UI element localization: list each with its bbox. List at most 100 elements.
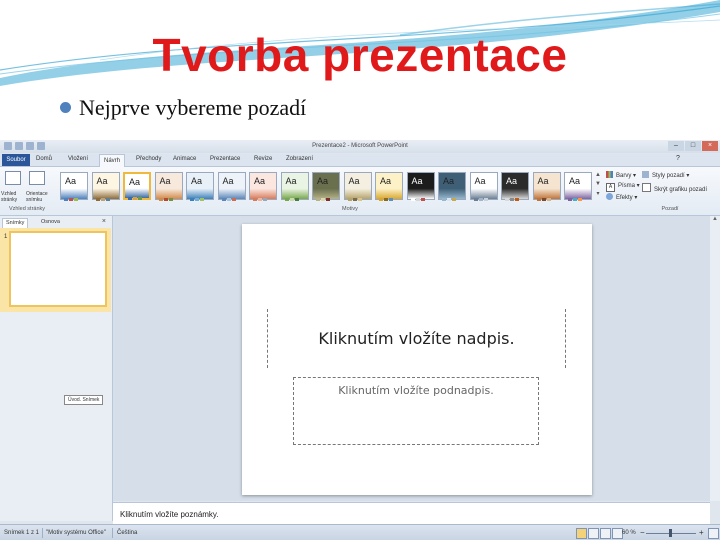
scroll-up-icon: ▲ [595,172,601,178]
theme-sample-text: Aa [254,176,266,186]
slide-canvas[interactable]: Kliknutím vložíte nadpis. Kliknutím vlož… [242,224,592,495]
hide-background-graphics-checkbox[interactable]: Skrýt grafiku pozadí [642,183,707,193]
theme-thumbnail[interactable]: Aa [532,172,561,201]
theme-thumbnail[interactable]: Aa [217,172,246,201]
theme-color-bars [284,193,305,201]
close-icon[interactable]: × [702,141,718,151]
theme-sample-text: Aa [380,176,392,186]
theme-color-bars [95,193,116,201]
theme-sample-text: Aa [96,176,108,186]
bullet-text: Nejprve vybereme pozadí [79,95,307,120]
theme-color-bars [158,193,179,201]
page-setup-button[interactable] [2,171,24,193]
theme-sample-text: Aa [222,176,234,186]
subtitle-placeholder[interactable]: Kliknutím vložíte podnadpis. [293,377,539,445]
tab-review[interactable]: Revize [254,156,272,162]
theme-sample-text: Aa [159,176,171,186]
theme-thumbnail[interactable]: Aa [91,172,120,201]
theme-thumbnail[interactable]: Aa [375,172,403,201]
zoom-slider-thumb[interactable] [669,529,672,537]
status-bar: Snímek 1 z 1 "Motiv systému Office" Češt… [0,524,720,540]
theme-color-bars [410,193,431,201]
slide-editor: Kliknutím vložíte nadpis. Kliknutím vlož… [113,216,710,501]
theme-thumbnail[interactable]: Aa [438,172,466,201]
page-setup-label: Vzhled stránky [1,191,18,203]
minimize-icon[interactable]: – [668,141,684,151]
language-indicator[interactable]: Čeština [117,530,137,536]
slide-number: 1 [4,234,8,240]
window-title: Prezentace2 - Microsoft PowerPoint [312,143,408,149]
themes-group-label: Motivy [342,206,358,212]
zoom-out-icon[interactable]: − [640,528,645,537]
tab-view[interactable]: Zobrazení [286,156,313,162]
theme-thumbnail[interactable]: Aa [564,172,592,201]
theme-sample-text: Aa [191,176,203,186]
theme-color-bars [505,193,525,201]
theme-thumbnail[interactable]: Aa [186,172,214,201]
theme-sample-text: Aa [348,176,360,186]
theme-color-bars [316,193,336,201]
slide-orientation-button[interactable] [26,171,48,193]
window-controls: – □ × [667,141,718,151]
theme-thumbnail[interactable]: Aa [501,172,529,201]
notes-pane[interactable]: Kliknutím vložíte poznámky. [113,502,710,525]
theme-sample-text: Aa [317,176,329,186]
tab-slides[interactable]: Snímky [2,218,29,228]
tab-insert[interactable]: Vložení [68,156,88,162]
vertical-scrollbar[interactable]: ▲ [710,216,720,501]
ribbon: Vzhled stránky Orientace snímku Vzhled s… [0,167,720,216]
theme-name: "Motiv systému Office" [46,530,106,536]
theme-color-bars [568,193,588,201]
scroll-down-icon: ▼ [595,181,601,187]
theme-sample-text: Aa [65,176,77,186]
theme-sample-text: Aa [443,176,455,186]
theme-thumbnail[interactable]: Aa [406,172,435,201]
normal-view-button[interactable] [576,528,587,539]
tab-transitions[interactable]: Přechody [136,156,161,162]
gallery-more-icon: ▾ [596,191,600,197]
theme-thumbnail[interactable]: Aa [154,172,183,201]
orientation-label: Orientace snímku [26,191,48,203]
theme-color-bars [253,193,273,201]
tab-outline[interactable]: Osnova [38,218,63,227]
zoom-in-icon[interactable]: + [699,528,704,537]
maximize-icon[interactable]: □ [685,141,701,151]
notes-placeholder[interactable]: Kliknutím vložíte poznámky. [120,510,219,519]
tab-animations[interactable]: Animace [173,156,196,162]
slide-sorter-button[interactable] [588,528,599,539]
reading-view-button[interactable] [600,528,611,539]
theme-color-bars [536,193,557,201]
fonts-button[interactable]: A Písma ▾ [606,182,640,192]
background-styles-button[interactable]: Styly pozadí ▾ [642,171,689,179]
theme-thumbnail[interactable]: Aa [249,172,277,201]
slide-title: Tvorba prezentace [152,29,568,81]
theme-color-bars [442,193,462,201]
slide-thumbnail[interactable] [9,231,107,307]
fit-to-window-button[interactable] [708,528,719,539]
close-pane-icon[interactable]: × [102,218,106,225]
tab-home[interactable]: Domů [36,156,52,162]
theme-thumbnail[interactable]: Aa [60,172,88,201]
tab-slideshow[interactable]: Prezentace [210,156,240,162]
theme-color-bars [379,193,399,201]
theme-thumbnail[interactable]: Aa [123,172,151,200]
theme-thumbnail[interactable]: Aa [469,172,498,201]
effects-button[interactable]: Efekty ▾ [606,193,637,201]
theme-color-bars [190,193,210,201]
theme-color-bars [128,192,148,200]
theme-sample-text: Aa [129,177,141,187]
theme-color-bars [221,193,242,201]
zoom-level[interactable]: 60 % [622,530,636,536]
theme-sample-text: Aa [506,176,518,186]
tab-file[interactable]: Soubor [2,154,30,166]
tab-design[interactable]: Návrh [99,154,126,167]
colors-button[interactable]: Barvy ▾ [606,171,636,179]
theme-thumbnail[interactable]: Aa [312,172,340,201]
gallery-scroll[interactable]: ▲ ▼ ▾ [594,172,602,200]
theme-thumbnail[interactable]: Aa [343,172,372,201]
title-bar: Prezentace2 - Microsoft PowerPoint – □ × [0,140,720,153]
page-setup-group-label: Vzhled stránky [8,206,46,212]
theme-thumbnail[interactable]: Aa [280,172,309,201]
help-icon[interactable]: ? [676,155,680,162]
title-placeholder[interactable]: Kliknutím vložíte nadpis. [267,309,566,368]
